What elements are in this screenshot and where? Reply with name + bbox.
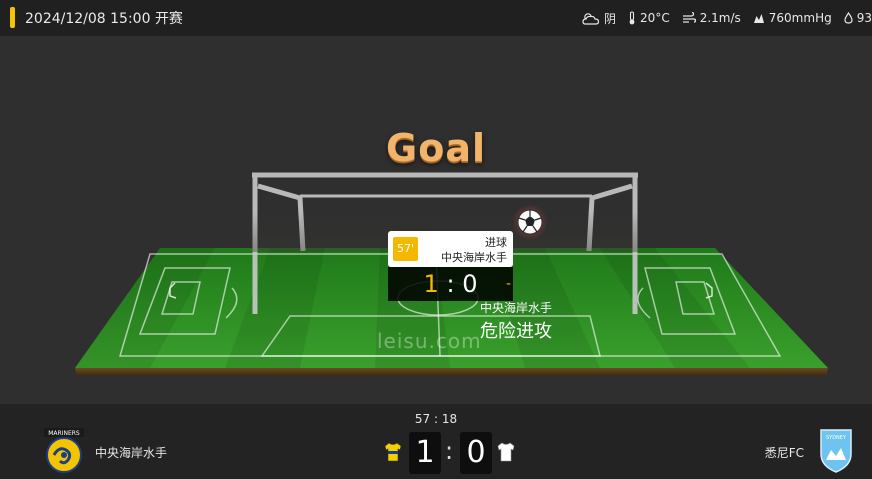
wind-text: 2.1m/s (699, 11, 741, 25)
home-team-name[interactable]: 中央海岸水手 (95, 444, 167, 461)
match-info-bar: 2024/12/08 15:00 开赛 阴 20°C 2.1m/s 760mmH… (0, 0, 872, 36)
match-animation-stage: Goal leisu.com 57' 进球 中央海岸水手 1 : 0 - 中央海… (0, 36, 872, 404)
pressure-icon (753, 14, 764, 23)
wind-icon (682, 12, 696, 23)
soccer-ball-icon (517, 209, 543, 235)
away-team-name[interactable]: 悉尼FC (765, 444, 804, 461)
home-kit-icon (384, 442, 402, 462)
humidity-text: 93 (856, 11, 872, 25)
weather-condition: 阴 (582, 10, 616, 27)
home-team-logo[interactable]: MARINERS (42, 428, 86, 478)
event-type: 进球 (485, 236, 507, 249)
accent-marker (10, 7, 15, 28)
event-score-dash: - (505, 276, 511, 292)
event-score-separator: : (446, 270, 455, 298)
event-score: 1 : 0 - (388, 267, 513, 301)
water-drop-icon (844, 12, 853, 24)
weather-temperature: 20°C (628, 11, 670, 25)
away-kit-icon (497, 442, 515, 462)
away-team-logo[interactable]: SYDNEY (818, 428, 854, 478)
thermometer-icon (629, 11, 635, 25)
score-separator: : (445, 437, 454, 465)
pressure-text: 760mmHg (768, 11, 832, 25)
watermark: leisu.com (377, 329, 482, 353)
temperature-text: 20°C (640, 11, 670, 25)
goal-headline: Goal (386, 126, 486, 170)
weather-humidity: 93 (844, 11, 872, 25)
weather-wind: 2.1m/s (682, 11, 741, 25)
attack-label: 危险进攻 (480, 321, 552, 342)
home-logo-text: MARINERS (48, 430, 80, 437)
match-clock: 57 : 18 (414, 412, 458, 426)
event-popup: 57' 进球 中央海岸水手 (388, 231, 513, 267)
away-score: 0 (460, 432, 492, 474)
away-logo-text: SYDNEY (826, 435, 847, 441)
event-minute: 57' (393, 237, 418, 261)
home-score: 1 (409, 432, 441, 474)
event-team: 中央海岸水手 (441, 251, 507, 264)
match-datetime: 2024/12/08 15:00 开赛 (25, 11, 183, 27)
pitch-soil (75, 368, 828, 376)
event-score-home: 1 (423, 270, 439, 298)
event-score-away: 0 (462, 270, 478, 298)
weather-panel: 阴 20°C 2.1m/s 760mmHg 93 (570, 0, 872, 36)
weather-condition-text: 阴 (604, 11, 617, 26)
cloud-icon (582, 12, 600, 25)
weather-pressure: 760mmHg (753, 11, 832, 25)
scoreboard: 57 : 18 MARINERS 中央海岸水手 1 : 0 悉尼FC SYDNE… (0, 404, 872, 479)
attack-team: 中央海岸水手 (480, 301, 553, 315)
